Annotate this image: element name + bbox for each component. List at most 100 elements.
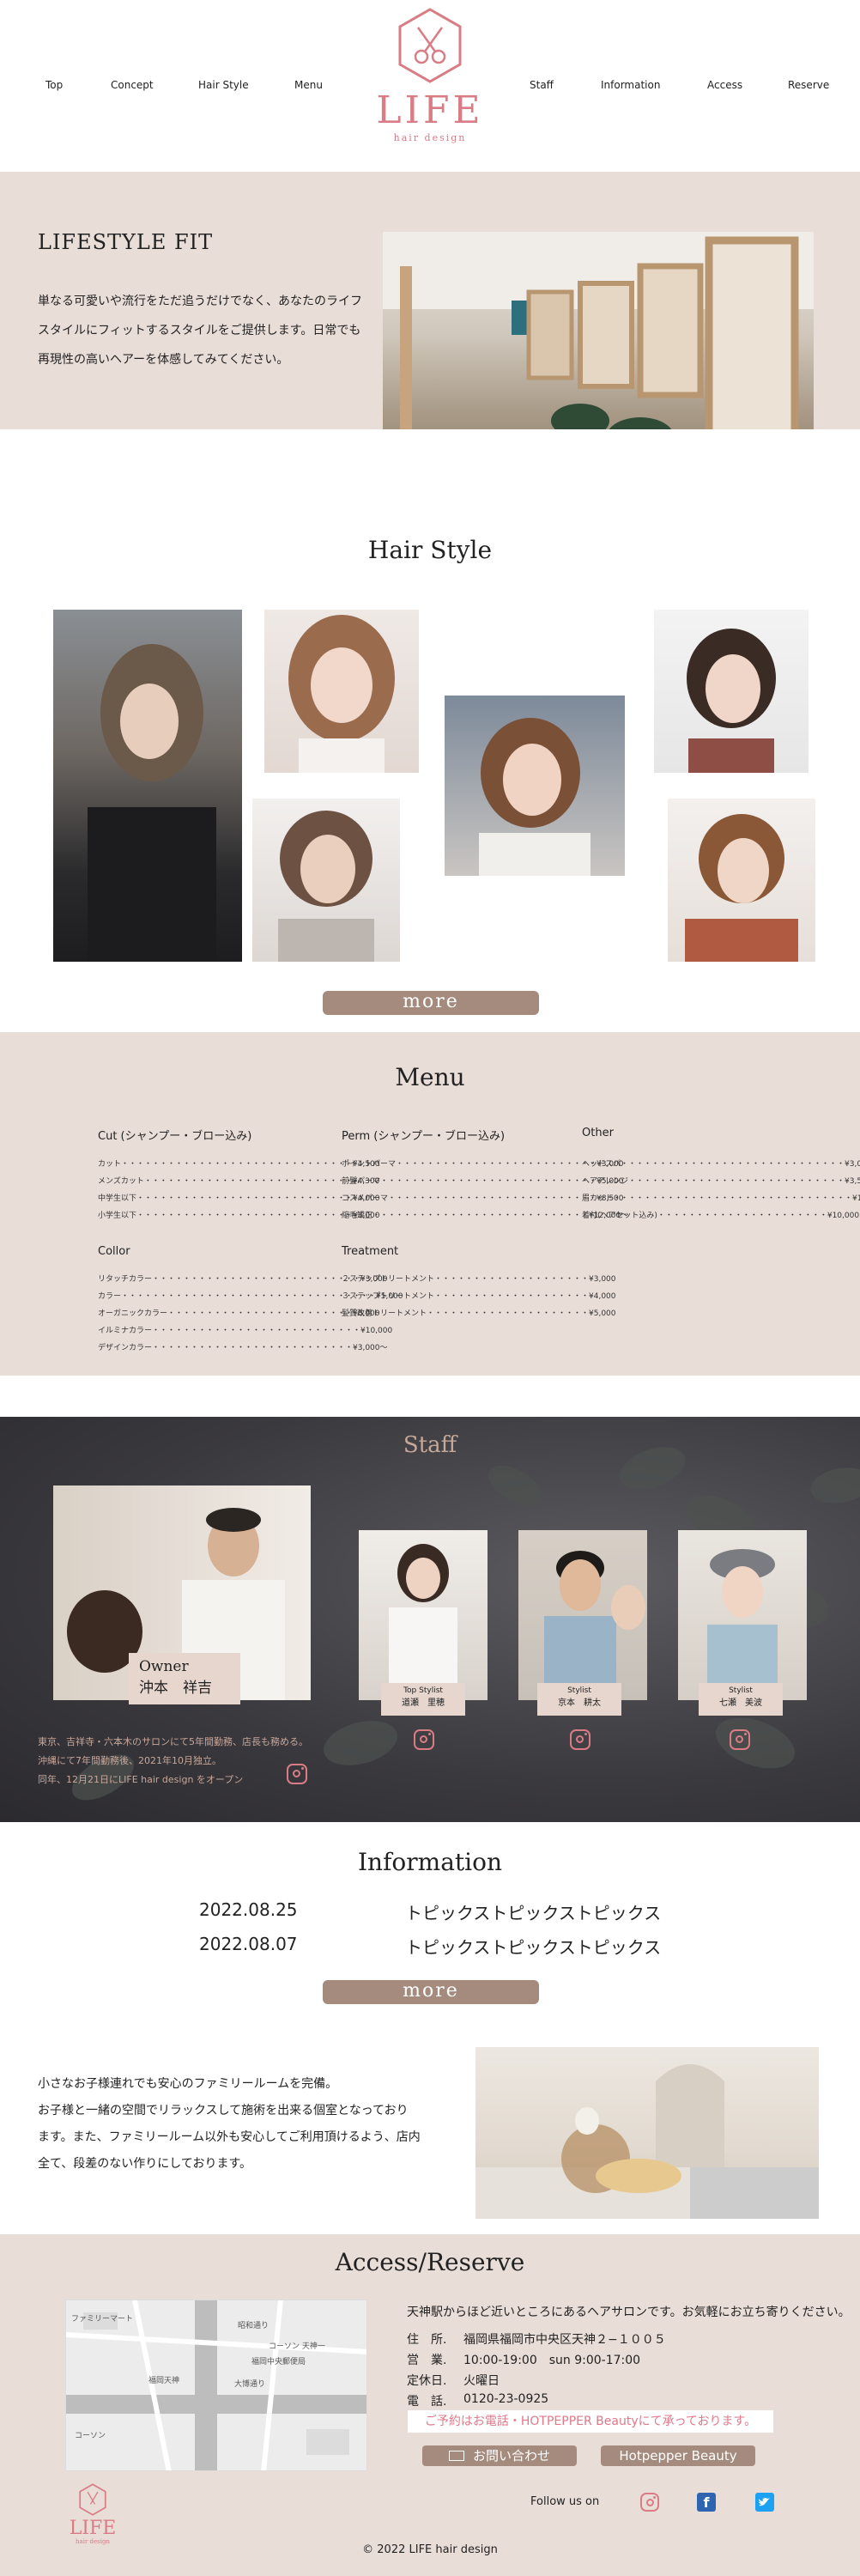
owner-name-card: Owner 沖本 祥吉: [129, 1653, 240, 1704]
nav-concept[interactable]: Concept: [111, 79, 154, 91]
menu-item: 中学生以下・・・・・・・・・・・・・・・・・・・・・・・・・・・・¥4,000: [98, 1194, 380, 1203]
twitter-bird-glyph: [759, 2498, 770, 2506]
owner-bio-line: 同年、12月21日にLIFE hair design をオープン: [38, 1774, 244, 1785]
logo-subtitle: hair design: [393, 132, 467, 143]
access-intro: 天神駅からほど近いところにあるヘアサロンです。お気軽にお立ち寄りください。: [407, 2306, 851, 2319]
menu-category-cut: Cut (シャンプー・ブロー込み): [98, 1130, 252, 1143]
menu-item: イルミナカラー・・・・・・・・・・・・・・・・・・・・・・・・・・・¥10,00…: [98, 1327, 393, 1335]
facebook-icon[interactable]: f: [697, 2493, 716, 2512]
stylist-name: 京本 耕太: [558, 1698, 601, 1708]
owner-bio-line: 沖縄にて7年間勤務後、2021年10月独立。: [38, 1755, 221, 1766]
hairstyle-photo-6[interactable]: [668, 799, 815, 962]
menu-item: ヘアアレンジ・・・・・・・・・・・・・・・・・・・・・・・・・・・・¥3,500: [582, 1177, 860, 1186]
info-link[interactable]: トピックストピックストピックス: [405, 1899, 661, 1924]
info-link[interactable]: トピックストピックストピックス: [405, 1934, 661, 1959]
copyright: © 2022 LIFE hair design: [362, 2543, 498, 2556]
stylist-name: 七瀬 美波: [719, 1698, 762, 1708]
map-label: コーソン: [75, 2432, 106, 2440]
closed-value: 火曜日: [463, 2374, 500, 2388]
stylist-role: Stylist: [729, 1686, 753, 1695]
scissors-hexagon-icon: [398, 8, 462, 83]
stylist-card-3: Stylist 七瀬 美波: [699, 1683, 783, 1716]
menu-category-treatment: Treatment: [342, 1245, 399, 1258]
nav-staff[interactable]: Staff: [530, 79, 554, 91]
address-value: 福岡県福岡市中央区天神２−１００５: [463, 2333, 666, 2347]
nav-information[interactable]: Information: [601, 79, 660, 91]
stylist-photo-2: [518, 1530, 647, 1700]
hero-bottom-spacer: [0, 429, 860, 498]
menu-item: 小学生以下・・・・・・・・・・・・・・・・・・・・・・・・・・・・¥3,000: [98, 1212, 380, 1220]
contact-button[interactable]: お問い合わせ: [422, 2445, 577, 2466]
hairstyle-photo-2[interactable]: [264, 610, 419, 773]
twitter-icon[interactable]: [755, 2493, 774, 2512]
family-text-line: ます。また、ファミリールーム以外も安心してご利用頂けるよう、店内: [38, 2130, 421, 2144]
closed-label: 定休日.: [407, 2374, 447, 2388]
nav-menu[interactable]: Menu: [294, 79, 323, 91]
staff-title: Staff: [403, 1432, 457, 1458]
owner-role: Owner: [139, 1658, 189, 1675]
hairstyle-photo-1[interactable]: [53, 610, 242, 962]
menu-category-perm: Perm (シャンプー・ブロー込み): [342, 1130, 506, 1143]
menu-item: ヘッドスパ・・・・・・・・・・・・・・・・・・・・・・・・・・・・・¥3,000: [582, 1160, 860, 1169]
stylist-silhouette: [544, 1551, 645, 1700]
hotpepper-button[interactable]: Hotpepper Beauty: [601, 2445, 755, 2466]
stylist-name: 道瀬 里穂: [402, 1698, 445, 1708]
owner-instagram-icon[interactable]: [287, 1764, 307, 1784]
model-silhouette: [88, 644, 216, 962]
nav-access[interactable]: Access: [707, 79, 742, 91]
owner-bio: 東京、吉祥寺・六本木のサロンにて5年間勤務、店長も務める。 沖縄にて7年間勤務後…: [38, 1733, 308, 1789]
owner-name: 沖本 祥吉: [139, 1680, 212, 1697]
menu-item: メンズカット・・・・・・・・・・・・・・・・・・・・・・・・・・・¥4,300: [98, 1177, 380, 1186]
stylist-silhouette: [389, 1544, 457, 1700]
map-label: 大博通り: [234, 2380, 266, 2389]
model-silhouette: [687, 629, 776, 773]
hairstyle-photo-5[interactable]: [654, 610, 809, 773]
stylist-card-2: Stylist 京本 耕太: [537, 1683, 621, 1716]
information-more-button[interactable]: more: [323, 1980, 539, 2004]
owner-bio-line: 東京、吉祥寺・六本木のサロンにて5年間勤務、店長も務める。: [38, 1736, 308, 1747]
contact-button-label: お問い合わせ: [472, 2448, 550, 2464]
hours-label: 営 業.: [407, 2354, 447, 2367]
site-logo[interactable]: LIFE hair design: [374, 7, 486, 161]
menu-item: ２ステップトリートメント・・・・・・・・・・・・・・・・・・・・¥3,000: [342, 1275, 616, 1284]
stylist-role: Stylist: [567, 1686, 591, 1695]
access-map[interactable]: ファミリーマート 福岡天神 コーソン 大博通り コーソン 天神一 昭和通り 福岡…: [65, 2300, 367, 2471]
map-label: ファミリーマート: [71, 2315, 134, 2324]
hours-value: 10:00-19:00 sun 9:00-17:00: [463, 2354, 641, 2367]
map-label: コーソン 天神一: [269, 2342, 325, 2351]
stylist-role: Top Stylist: [403, 1686, 443, 1695]
map-label: 福岡天神: [148, 2377, 180, 2385]
footer-logo[interactable]: LIFE hair design: [67, 2483, 118, 2545]
nav-reserve[interactable]: Reserve: [788, 79, 829, 91]
stylist-1-instagram-icon[interactable]: [414, 1729, 434, 1750]
mail-icon: [448, 2450, 464, 2461]
reservation-note: ご予約はお電話・HOTPEPPER Beautyにて承っております。: [408, 2410, 773, 2433]
stylist-card-1: Top Stylist 道瀬 里穂: [381, 1683, 465, 1716]
nav-top[interactable]: Top: [45, 79, 63, 91]
model-silhouette: [288, 615, 395, 773]
hairstyle-photo-3[interactable]: [252, 799, 400, 962]
family-text-line: 小さなお子様連れでも安心のファミリールームを完備。: [38, 2077, 338, 2091]
model-silhouette: [278, 811, 374, 962]
hairstyle-photo-4[interactable]: [445, 696, 625, 876]
family-text-line: 全て、段差のない作りにしております。: [38, 2157, 252, 2171]
nav-hair-style[interactable]: Hair Style: [198, 79, 249, 91]
information-title: Information: [357, 1848, 503, 1876]
footer-logo-word: LIFE: [69, 2518, 117, 2539]
menu-item: ３ステップトリートメント・・・・・・・・・・・・・・・・・・・・¥4,000: [342, 1292, 616, 1301]
stylist-2-instagram-icon[interactable]: [570, 1729, 590, 1750]
family-room-illustration: [475, 2064, 819, 2219]
map-illustration: [66, 2300, 366, 2470]
info-date: 2022.08.07: [199, 1934, 298, 1954]
menu-category-other: Other: [582, 1127, 614, 1139]
logo-word: LIFE: [376, 88, 484, 132]
footer-instagram-icon[interactable]: [640, 2493, 659, 2512]
menu-item: 髪質改善トリートメント・・・・・・・・・・・・・・・・・・・・・¥5,000: [342, 1309, 616, 1318]
menu-item: 着付(ヘアセット込み)・・・・・・・・・・・・・・・・・・・・・・¥10,000: [582, 1212, 860, 1220]
model-silhouette: [479, 718, 590, 876]
scissors-hexagon-icon: [79, 2483, 106, 2516]
map-label: 福岡中央郵便局: [251, 2358, 306, 2366]
hairstyle-more-button[interactable]: more: [323, 991, 539, 1015]
stylist-3-instagram-icon[interactable]: [730, 1729, 750, 1750]
menu-category-color: Collor: [98, 1245, 130, 1258]
